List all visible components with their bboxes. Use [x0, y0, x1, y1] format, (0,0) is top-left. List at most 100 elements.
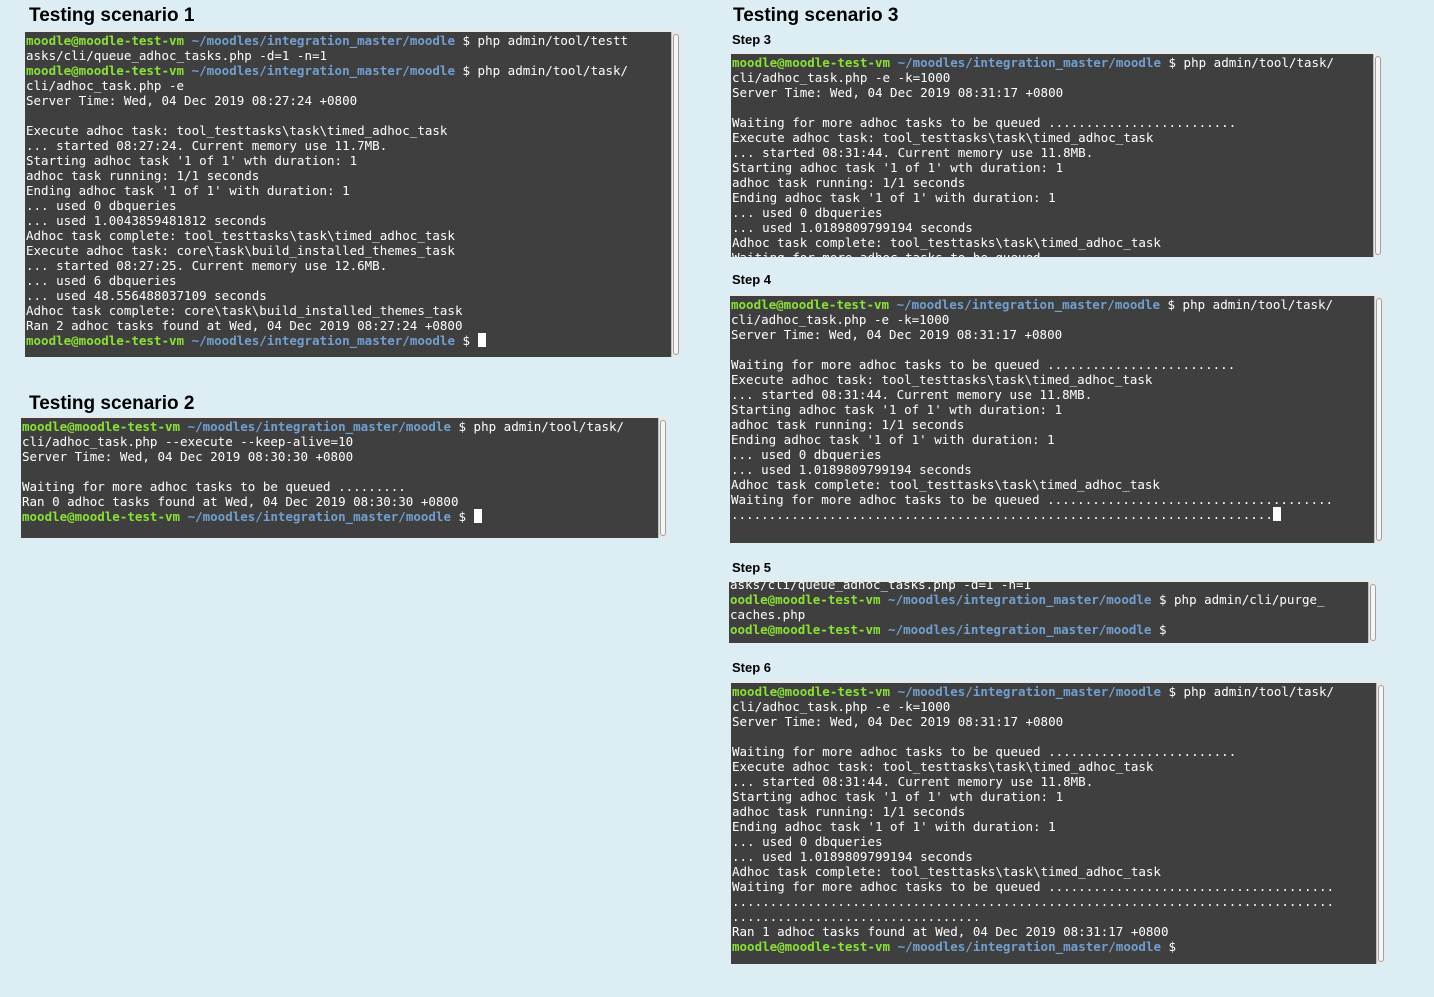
prompt-line: moodle@moodle-test-vm ~/moodles/integrat…: [731, 297, 1373, 312]
line-text: ........................................…: [732, 894, 1335, 909]
output-line: ........................................…: [732, 894, 1375, 909]
prompt-user: moodle@moodle-test-vm: [26, 63, 185, 78]
prompt-path: ~/moodles/integration_master/moodle: [890, 939, 1161, 954]
output-line: adhoc task running: 1/1 seconds: [732, 175, 1372, 190]
output-line: Waiting for more adhoc tasks to be queue…: [731, 357, 1373, 372]
output-line: ... started 08:27:24. Current memory use…: [26, 138, 670, 153]
terminal-step-4[interactable]: moodle@moodle-test-vm ~/moodles/integrat…: [730, 294, 1383, 543]
scrollbar-thumb[interactable]: [1378, 685, 1384, 962]
prompt-path: ~/moodles/integration_master/moodle: [889, 297, 1160, 312]
output-line: cli/adhoc_task.php -e: [26, 78, 670, 93]
line-text: ... used 0 dbqueries: [732, 834, 883, 849]
line-text: Waiting for more adhoc tasks to be queue…: [22, 479, 406, 494]
line-text: adhoc task running: 1/1 seconds: [732, 175, 966, 190]
line-text: $: [1160, 939, 1177, 954]
scrollbar-thumb[interactable]: [673, 34, 679, 355]
line-text: $ php admin/tool/task/: [1159, 297, 1334, 312]
prompt-user: moodle@moodle-test-vm: [22, 509, 181, 524]
output-line: Server Time: Wed, 04 Dec 2019 08:31:17 +…: [732, 714, 1375, 729]
output-line: Adhoc task complete: tool_testtasks\task…: [731, 477, 1373, 492]
output-line: Waiting for more adhoc tasks to be queue…: [731, 492, 1373, 507]
line-text: cli/adhoc_task.php -e -k=1000: [732, 699, 951, 714]
line-text: Starting adhoc task '1 of 1' wth duratio…: [26, 153, 358, 168]
output-line: Waiting for more adhoc tasks to be queue…: [732, 115, 1372, 130]
line-text: adhoc task running: 1/1 seconds: [731, 417, 965, 432]
output-line: cli/adhoc_task.php -e -k=1000: [732, 70, 1372, 85]
prompt-user: moodle@moodle-test-vm: [732, 684, 891, 699]
line-text: ... used 48.556488037109 seconds: [26, 288, 267, 303]
output-line: cli/adhoc_task.php -e -k=1000: [731, 312, 1373, 327]
prompt-user: moodle@moodle-test-vm: [22, 419, 181, 434]
output-line: adhoc task running: 1/1 seconds: [26, 168, 670, 183]
prompt-line: moodle@moodle-test-vm ~/moodles/integrat…: [26, 63, 670, 78]
output-line: Execute adhoc task: core\task\build_inst…: [26, 243, 670, 258]
prompt-line: moodle@moodle-test-vm ~/moodles/integrat…: [22, 509, 657, 524]
output-line: Starting adhoc task '1 of 1' wth duratio…: [732, 789, 1375, 804]
line-text: $ php admin/cli/purge_: [1151, 592, 1325, 607]
prompt-line: moodle@moodle-test-vm ~/moodles/integrat…: [732, 939, 1375, 954]
terminal-scrollbar[interactable]: [1374, 296, 1383, 543]
line-text: Waiting for more adhoc tasks to be queue…: [732, 250, 1236, 257]
output-line: ... used 0 dbqueries: [732, 205, 1372, 220]
terminal-scrollbar[interactable]: [658, 418, 667, 538]
terminal-scenario-2[interactable]: moodle@moodle-test-vm ~/moodles/integrat…: [21, 416, 667, 538]
output-line: Server Time: Wed, 04 Dec 2019 08:31:17 +…: [732, 85, 1372, 100]
scrollbar-thumb[interactable]: [660, 420, 666, 536]
terminal-scrollbar[interactable]: [1368, 582, 1377, 643]
terminal-output: moodle@moodle-test-vm ~/moodles/integrat…: [26, 33, 670, 348]
output-line: ... used 0 dbqueries: [732, 834, 1375, 849]
terminal-scrollbar[interactable]: [1376, 683, 1385, 964]
step-4-label: Step 4: [732, 272, 772, 287]
output-line: adhoc task running: 1/1 seconds: [732, 804, 1375, 819]
line-text: Starting adhoc task '1 of 1' wth duratio…: [731, 402, 1063, 417]
scrollbar-thumb[interactable]: [1376, 298, 1382, 541]
output-line: Execute adhoc task: tool_testtasks\task\…: [732, 130, 1372, 145]
step-3-label: Step 3: [732, 32, 772, 47]
scrollbar-thumb[interactable]: [1375, 56, 1381, 255]
output-line: Ending adhoc task '1 of 1' with duration…: [26, 183, 670, 198]
prompt-path: ~/moodles/integration_master/moodle: [184, 33, 455, 48]
prompt-line: moodle@moodle-test-vm ~/moodles/integrat…: [732, 684, 1375, 699]
terminal-scenario-1[interactable]: moodle@moodle-test-vm ~/moodles/integrat…: [25, 30, 680, 357]
output-line: Waiting for more adhoc tasks to be queue…: [732, 744, 1375, 759]
prompt-path: ~/moodles/integration_master/moodle: [890, 55, 1161, 70]
line-text: $ php admin/tool/task/: [450, 419, 625, 434]
line-text: Adhoc task complete: tool_testtasks\task…: [26, 228, 455, 243]
line-text: Execute adhoc task: core\task\build_inst…: [26, 243, 455, 258]
terminal-step-6[interactable]: moodle@moodle-test-vm ~/moodles/integrat…: [731, 681, 1385, 964]
output-line: cli/adhoc_task.php -e -k=1000: [732, 699, 1375, 714]
terminal-output: asks/cli/queue_adhoc_tasks.php -d=1 -n=1…: [730, 582, 1367, 637]
line-text: cli/adhoc_task.php -e -k=1000: [731, 312, 950, 327]
output-line: ... used 0 dbqueries: [731, 447, 1373, 462]
line-text: ... used 0 dbqueries: [732, 205, 883, 220]
line-text: ........................................…: [731, 507, 1273, 522]
prompt-user: oodle@moodle-test-vm: [730, 592, 881, 607]
line-text: ... started 08:27:25. Current memory use…: [26, 258, 388, 273]
output-line: adhoc task running: 1/1 seconds: [731, 417, 1373, 432]
terminal-output: moodle@moodle-test-vm ~/moodles/integrat…: [22, 419, 657, 524]
prompt-path: ~/moodles/integration_master/moodle: [184, 333, 455, 348]
output-line: Ending adhoc task '1 of 1' with duration…: [731, 432, 1373, 447]
output-line: Execute adhoc task: tool_testtasks\task\…: [731, 372, 1373, 387]
terminal-step-3[interactable]: moodle@moodle-test-vm ~/moodles/integrat…: [731, 52, 1382, 257]
output-line: Ran 1 adhoc tasks found at Wed, 04 Dec 2…: [732, 924, 1375, 939]
scenario-3-title: Testing scenario 3: [733, 5, 899, 26]
output-line: Starting adhoc task '1 of 1' wth duratio…: [732, 160, 1372, 175]
terminal-scrollbar[interactable]: [1373, 54, 1382, 257]
output-line: caches.php: [730, 607, 1367, 622]
output-line: ... used 1.0189809799194 seconds: [731, 462, 1373, 477]
line-text: ... used 1.0043859481812 seconds: [26, 213, 267, 228]
scrollbar-thumb[interactable]: [1370, 584, 1376, 641]
line-text: Server Time: Wed, 04 Dec 2019 08:31:17 +…: [731, 327, 1063, 342]
output-line: ... used 0 dbqueries: [26, 198, 670, 213]
line-text: Waiting for more adhoc tasks to be queue…: [731, 357, 1236, 372]
line-text: Server Time: Wed, 04 Dec 2019 08:27:24 +…: [26, 93, 358, 108]
line-text: ... used 0 dbqueries: [26, 198, 177, 213]
line-text: Starting adhoc task '1 of 1' wth duratio…: [732, 789, 1064, 804]
terminal-step-5[interactable]: asks/cli/queue_adhoc_tasks.php -d=1 -n=1…: [729, 580, 1377, 643]
terminal-scrollbar[interactable]: [671, 32, 680, 357]
step-6-label: Step 6: [732, 660, 772, 675]
prompt-path: ~/moodles/integration_master/moodle: [880, 622, 1152, 637]
